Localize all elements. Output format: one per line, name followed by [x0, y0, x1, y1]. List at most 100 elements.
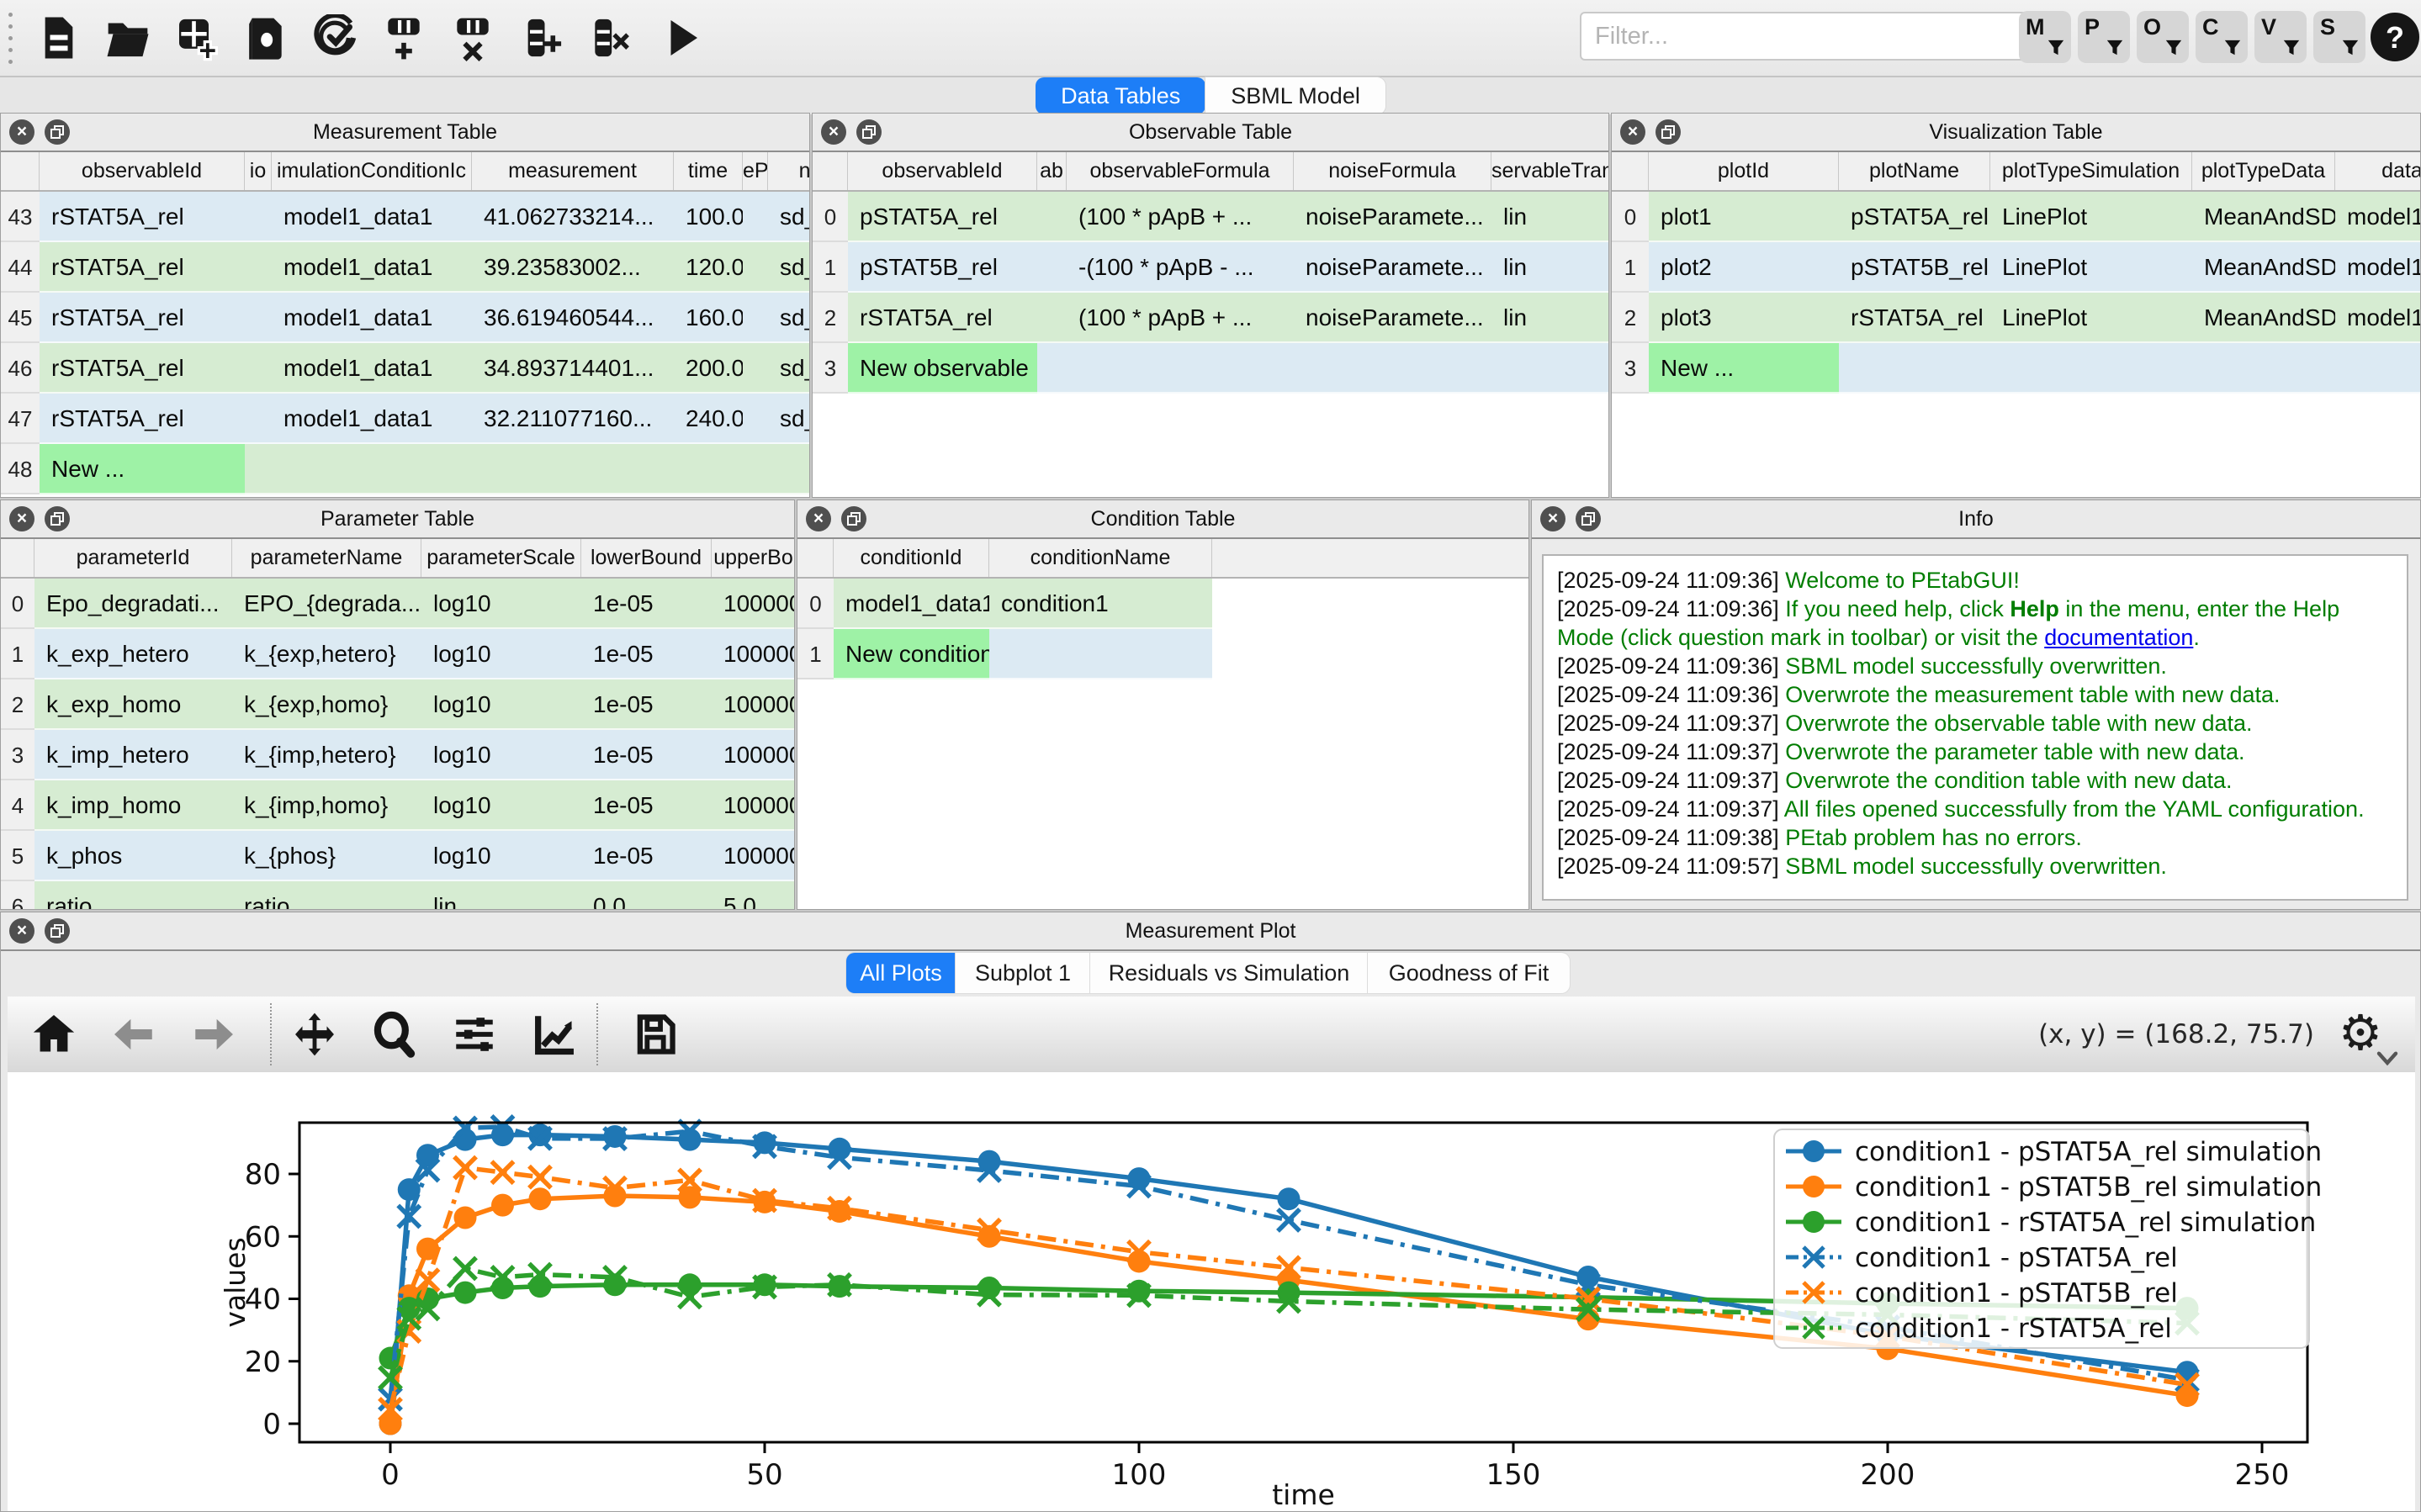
- table-cell[interactable]: 1e-05: [581, 679, 712, 730]
- table-cell[interactable]: k_exp_hetero: [34, 629, 232, 679]
- table-cell[interactable]: lin: [421, 881, 581, 909]
- validate-check-button[interactable]: [300, 8, 369, 68]
- open-folder-button[interactable]: [93, 8, 162, 68]
- table-cell[interactable]: 120.0: [674, 242, 743, 293]
- save-figure-button[interactable]: [626, 1007, 685, 1062]
- table-cell[interactable]: [743, 343, 768, 394]
- delete-row-button[interactable]: [438, 8, 507, 68]
- table-cell[interactable]: plot2: [1649, 242, 1839, 293]
- table-cell[interactable]: model1_data1: [272, 242, 472, 293]
- column-header[interactable]: plotId: [1649, 152, 1839, 190]
- tab-data-tables[interactable]: Data Tables: [1036, 77, 1205, 114]
- table-cell[interactable]: log10: [421, 679, 581, 730]
- table-cell[interactable]: [1037, 192, 1067, 242]
- table-cell[interactable]: 100000: [712, 780, 794, 831]
- table-cell[interactable]: k_exp_homo: [34, 679, 232, 730]
- column-header[interactable]: [813, 152, 848, 190]
- table-cell[interactable]: New ...: [40, 444, 245, 494]
- table-cell[interactable]: LinePlot: [1990, 242, 2192, 293]
- filter-toggle-m[interactable]: M: [2019, 11, 2071, 63]
- table-cell[interactable]: [272, 444, 472, 494]
- table-cell[interactable]: [472, 444, 674, 494]
- table-cell[interactable]: ratio: [232, 881, 421, 909]
- table-cell[interactable]: [245, 444, 272, 494]
- table-cell[interactable]: plot1: [1649, 192, 1839, 242]
- row-number[interactable]: 6: [1, 881, 34, 909]
- table-cell[interactable]: [743, 192, 768, 242]
- filter-toggle-o[interactable]: O: [2137, 11, 2189, 63]
- table-cell[interactable]: k_{imp,hetero}: [232, 730, 421, 780]
- column-header[interactable]: conditionId: [834, 539, 989, 577]
- measurement-plot-figure[interactable]: 050100150200250020406080timevaluescondit…: [1, 1072, 2421, 1512]
- column-header[interactable]: [1, 152, 40, 190]
- table-cell[interactable]: [1491, 343, 1608, 394]
- plot-tab-residuals-vs-simulation[interactable]: Residuals vs Simulation: [1090, 953, 1368, 993]
- info-log[interactable]: [2025-09-24 11:09:36] Welcome to PEtabGU…: [1542, 554, 2408, 901]
- zoom-to-rect-button[interactable]: [365, 1007, 424, 1062]
- column-header[interactable]: parameterId: [34, 539, 232, 577]
- column-header[interactable]: observableId: [848, 152, 1037, 190]
- table-cell[interactable]: model1_: [2335, 242, 2420, 293]
- table-cell[interactable]: model1_data1: [272, 394, 472, 444]
- filter-toggle-v[interactable]: V: [2254, 11, 2307, 63]
- column-header[interactable]: plotName: [1839, 152, 1990, 190]
- documentation-link[interactable]: documentation: [2044, 625, 2193, 650]
- table-cell[interactable]: [1037, 293, 1067, 343]
- pan-button[interactable]: [285, 1007, 344, 1062]
- table-cell[interactable]: model1_: [2335, 293, 2420, 343]
- table-cell[interactable]: 1e-05: [581, 780, 712, 831]
- table-cell[interactable]: rSTAT5A_rel: [40, 343, 245, 394]
- plot-tab-all-plots[interactable]: All Plots: [846, 953, 956, 993]
- table-cell[interactable]: 32.211077160...: [472, 394, 674, 444]
- table-cell[interactable]: -(100 * pApB - ...: [1067, 242, 1294, 293]
- table-cell[interactable]: [743, 293, 768, 343]
- table-cell[interactable]: noiseParamete...: [1294, 242, 1491, 293]
- tab-sbml-model[interactable]: SBML Model: [1205, 77, 1385, 114]
- table-cell[interactable]: [1037, 242, 1067, 293]
- table-cell[interactable]: rSTAT5A_rel: [848, 293, 1037, 343]
- table-cell[interactable]: k_{exp,hetero}: [232, 629, 421, 679]
- filter-input[interactable]: [1580, 12, 2035, 61]
- column-header[interactable]: plotTypeSimulation: [1990, 152, 2192, 190]
- table-cell[interactable]: rSTAT5A_rel: [40, 242, 245, 293]
- table-cell[interactable]: lin: [1491, 192, 1608, 242]
- table-cell[interactable]: MeanAndSD: [2192, 293, 2335, 343]
- column-header[interactable]: [797, 539, 834, 577]
- table-cell[interactable]: [1294, 343, 1491, 394]
- table-cell[interactable]: [743, 394, 768, 444]
- table-cell[interactable]: EPO_{degrada...: [232, 579, 421, 629]
- table-cell[interactable]: 1e-05: [581, 579, 712, 629]
- axes-settings-button[interactable]: [525, 1007, 584, 1062]
- table-cell[interactable]: rSTAT5A_rel: [40, 293, 245, 343]
- table-cell[interactable]: condition1: [989, 579, 1212, 629]
- table-cell[interactable]: 240.0: [674, 394, 743, 444]
- column-header[interactable]: time: [674, 152, 743, 190]
- help-button[interactable]: ?: [2371, 13, 2419, 61]
- row-number[interactable]: 3: [1612, 343, 1649, 394]
- column-header[interactable]: observableFormula: [1067, 152, 1294, 190]
- table-cell[interactable]: LinePlot: [1990, 293, 2192, 343]
- table-cell[interactable]: 100.0: [674, 192, 743, 242]
- table-cell[interactable]: 100000: [712, 730, 794, 780]
- table-cell[interactable]: k_{imp,homo}: [232, 780, 421, 831]
- table-cell[interactable]: 100000: [712, 629, 794, 679]
- table-cell[interactable]: sd_: [768, 394, 809, 444]
- row-number[interactable]: 1: [1612, 242, 1649, 293]
- table-cell[interactable]: model1_data1: [272, 192, 472, 242]
- table-cell[interactable]: [743, 242, 768, 293]
- column-header[interactable]: servableTransforma: [1491, 152, 1608, 190]
- table-cell[interactable]: 36.619460544...: [472, 293, 674, 343]
- table-cell[interactable]: ratio: [34, 881, 232, 909]
- table-cell[interactable]: [2192, 343, 2335, 394]
- table-cell[interactable]: pSTAT5B_rel: [1839, 242, 1990, 293]
- row-number[interactable]: 1: [1, 629, 34, 679]
- table-cell[interactable]: model1_data1: [834, 579, 989, 629]
- table-cell[interactable]: 100000: [712, 579, 794, 629]
- table-cell[interactable]: pSTAT5A_rel: [848, 192, 1037, 242]
- table-cell[interactable]: 1e-05: [581, 730, 712, 780]
- row-number[interactable]: 3: [1, 730, 34, 780]
- table-cell[interactable]: New condition: [834, 629, 989, 679]
- column-header[interactable]: ab: [1037, 152, 1067, 190]
- row-number[interactable]: 5: [1, 831, 34, 881]
- table-cell[interactable]: [245, 394, 272, 444]
